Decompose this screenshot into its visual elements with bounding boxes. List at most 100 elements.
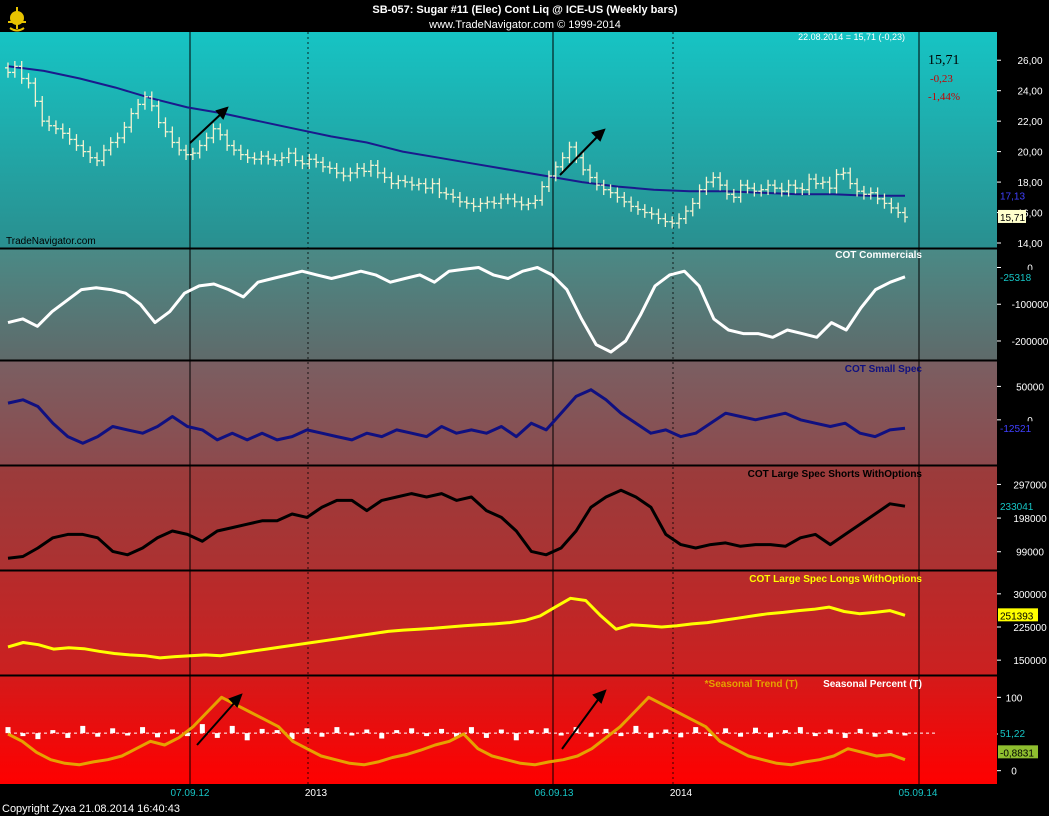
seasonal-percent-bar — [244, 733, 250, 741]
y-tick-label: 14,00 — [1017, 239, 1042, 250]
x-label: 05.09.14 — [899, 788, 938, 799]
seasonal-trend-value: -0,8831 — [1000, 748, 1034, 759]
price-panel[interactable] — [0, 32, 997, 248]
logo — [8, 7, 26, 32]
x-label: 2013 — [305, 788, 328, 799]
seasonal-percent-bar — [738, 733, 744, 737]
cot-commercials-panel[interactable] — [0, 249, 997, 360]
chart-title: SB-057: Sugar #11 (Elec) Cont Liq @ ICE-… — [372, 4, 677, 16]
cot-small-spec-title: COT Small Spec — [845, 364, 923, 375]
seasonal-percent-bar — [483, 733, 489, 738]
seasonal-percent-bar — [528, 730, 534, 734]
seasonal-percent-value: 51,22 — [1000, 729, 1025, 740]
chart-canvas[interactable]: SB-057: Sugar #11 (Elec) Cont Liq @ ICE-… — [0, 0, 1049, 816]
seasonal-percent-bar — [498, 729, 504, 734]
seasonal-percent-bar — [872, 733, 878, 737]
seasonal-percent-bar — [678, 733, 684, 738]
seasonal-percent-bar — [394, 730, 400, 734]
seasonal-percent-bar — [723, 728, 729, 734]
y-tick-label: 150000 — [1013, 656, 1047, 667]
seasonal-percent-bar — [648, 733, 654, 738]
y-tick-label: 20,00 — [1017, 148, 1042, 159]
seasonal-percent-bar — [618, 733, 624, 737]
seasonal-percent-bar — [902, 733, 908, 736]
seasonal-percent-bar — [125, 733, 131, 736]
last-price-label: 15,71 — [1000, 213, 1025, 224]
y-tick-label: 0 — [1011, 767, 1017, 778]
seasonal-percent-bar — [229, 725, 235, 734]
cot-small-spec-panel[interactable] — [0, 361, 997, 465]
y-tick-label: 300000 — [1013, 590, 1047, 601]
last-value-label: -25318 — [1000, 273, 1032, 284]
price-change: -0,23 — [930, 73, 953, 85]
last-bar-info: 22.08.2014 = 15,71 (-0,23) — [798, 32, 905, 42]
y-tick-label: 26,00 — [1017, 56, 1042, 67]
cot-large-short-title: COT Large Spec Shorts WithOptions — [748, 469, 923, 480]
seasonal-percent-bar — [274, 730, 280, 734]
y-tick-label: 50000 — [1016, 382, 1044, 393]
x-axis: 07.09.12 2013 06.09.13 2014 05.09.14 — [171, 788, 938, 799]
copyright: Copyright Zyxa 21.08.2014 16:40:43 — [2, 803, 180, 815]
last-price: 15,71 — [928, 53, 960, 68]
seasonal-percent-title: Seasonal Percent (T) — [823, 679, 922, 690]
seasonal-percent-bar — [588, 733, 594, 737]
last-value-label: 251393 — [1000, 611, 1034, 622]
seasonal-percent-bar — [65, 733, 71, 738]
y-tick-label: 225000 — [1013, 623, 1047, 634]
cot-large-short-panel[interactable] — [0, 466, 997, 570]
seasonal-percent-bar — [319, 733, 325, 737]
seasonal-percent-bar — [304, 728, 310, 734]
seasonal-percent-bar — [812, 733, 818, 737]
seasonal-percent-bar — [424, 733, 430, 737]
chart-window: SB-057: Sugar #11 (Elec) Cont Liq @ ICE-… — [0, 0, 1049, 816]
seasonal-percent-bar — [603, 728, 609, 734]
seasonal-percent-bar — [140, 727, 146, 734]
seasonal-percent-bar — [80, 725, 86, 734]
y-tick-label: -100000 — [1012, 300, 1049, 311]
seasonal-percent-bar — [753, 727, 758, 734]
last-value-label: -12521 — [1000, 424, 1032, 435]
y-tick-label: 18,00 — [1017, 178, 1042, 189]
y-tick-label: 24,00 — [1017, 87, 1042, 98]
price-change-pct: -1,44% — [928, 91, 960, 103]
seasonal-percent-bar — [364, 729, 370, 734]
cot-large-long-title: COT Large Spec Longs WithOptions — [749, 574, 922, 585]
seasonal-percent-bar — [887, 730, 893, 734]
seasonal-percent-bar — [35, 733, 41, 740]
x-label: 2014 — [670, 788, 693, 799]
seasonal-percent-bar — [155, 733, 160, 738]
seasonal-percent-bar — [468, 727, 474, 734]
seasonal-percent-bar — [633, 725, 639, 734]
chart-subtitle: www.TradeNavigator.com © 1999-2014 — [428, 19, 621, 31]
y-axis-area — [997, 32, 1049, 784]
seasonal-percent-bar — [558, 733, 564, 736]
seasonal-percent-bar — [842, 733, 848, 738]
seasonal-percent-bar — [20, 733, 26, 737]
seasonal-percent-bar — [379, 733, 385, 739]
seasonal-percent-bar — [439, 728, 445, 734]
seasonal-percent-bar — [543, 728, 549, 734]
x-label: 07.09.12 — [171, 788, 210, 799]
watermark: TradeNavigator.com — [6, 236, 96, 247]
seasonal-percent-bar — [110, 728, 116, 734]
seasonal-percent-bar — [797, 727, 803, 734]
y-tick-label: 99000 — [1016, 548, 1044, 559]
seasonal-percent-bar — [214, 733, 220, 738]
y-tick-label: 100 — [1006, 693, 1023, 704]
seasonal-percent-bar — [5, 727, 11, 734]
seasonal-percent-bar — [782, 730, 788, 734]
seasonal-percent-bar — [95, 733, 101, 737]
cot-commercials-title: COT Commercials — [835, 250, 922, 261]
y-tick-label: 22,00 — [1017, 117, 1042, 128]
ma-value-label: 17,13 — [1000, 191, 1025, 202]
seasonal-percent-bar — [50, 730, 56, 734]
seasonal-percent-bar — [349, 733, 355, 736]
x-label: 06.09.13 — [535, 788, 574, 799]
seasonal-percent-bar — [169, 729, 175, 734]
seasonal-percent-bar — [259, 728, 265, 734]
seasonal-percent-bar — [767, 733, 773, 738]
seasonal-panel[interactable] — [0, 676, 997, 784]
seasonal-percent-bar — [857, 728, 863, 734]
y-tick-label: -200000 — [1012, 337, 1049, 348]
seasonal-percent-bar — [334, 727, 340, 734]
